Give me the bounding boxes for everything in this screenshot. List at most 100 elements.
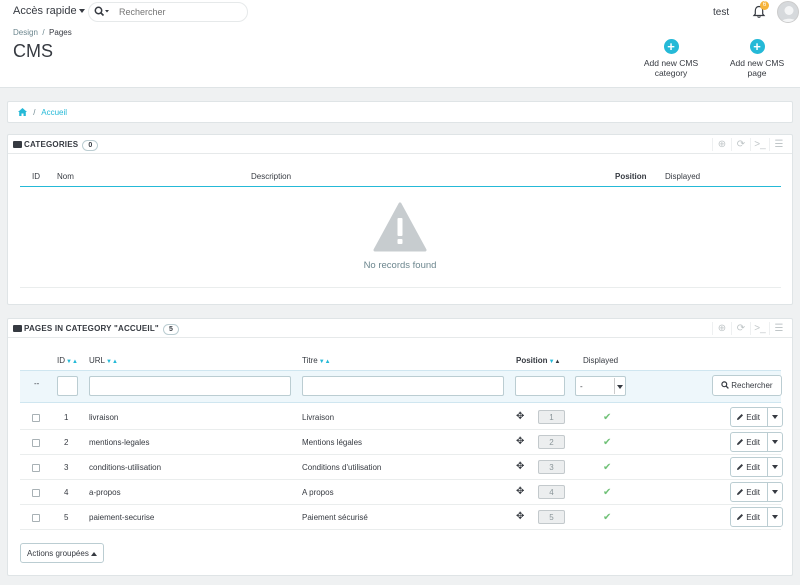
- database-icon[interactable]: ☰: [769, 138, 788, 151]
- filter-displayed-select[interactable]: -: [575, 376, 626, 396]
- col-titre[interactable]: Titre▼▲: [302, 356, 331, 365]
- sql-terminal-icon[interactable]: >_: [750, 322, 769, 335]
- folder-icon: [13, 325, 22, 332]
- move-icon[interactable]: ✥: [516, 486, 524, 497]
- add-cms-page-button[interactable]: + Add new CMS page: [720, 39, 794, 78]
- avatar[interactable]: [777, 1, 799, 23]
- row-checkbox[interactable]: [32, 514, 40, 522]
- edit-dropdown-toggle[interactable]: [767, 433, 782, 451]
- edit-button[interactable]: Edit: [736, 463, 760, 472]
- database-icon[interactable]: ☰: [769, 322, 788, 335]
- breadcrumb-accueil-link[interactable]: Accueil: [41, 108, 67, 117]
- pages-count: 5: [162, 324, 180, 335]
- position-badge[interactable]: 5: [538, 510, 565, 524]
- breadcrumb-separator: /: [42, 28, 45, 37]
- check-icon[interactable]: ✔: [603, 462, 611, 473]
- filter-id-input[interactable]: [57, 376, 78, 396]
- row-title: Livraison: [302, 413, 335, 422]
- category-breadcrumb: / Accueil: [7, 101, 793, 123]
- position-badge[interactable]: 1: [538, 410, 565, 424]
- filter-position-input[interactable]: [515, 376, 565, 396]
- user-name[interactable]: test: [713, 7, 729, 18]
- header-search: [88, 2, 248, 22]
- table-row[interactable]: 3 conditions-utilisation Conditions d'util…: [20, 455, 783, 480]
- row-url: a-propos: [89, 488, 121, 497]
- home-icon[interactable]: [18, 108, 29, 117]
- row-id: 4: [64, 488, 69, 497]
- refresh-icon[interactable]: ⟳: [731, 138, 750, 151]
- pages-toolbar: ⊕ ⟳ >_ ☰: [712, 322, 788, 335]
- sort-arrows-icon[interactable]: ▼▲: [66, 359, 78, 365]
- quick-access-menu[interactable]: Accès rapide: [13, 5, 85, 17]
- move-icon[interactable]: ✥: [516, 511, 524, 522]
- table-row[interactable]: 2 mentions-legales Mentions légales ✥ 2 ✔ Edi…: [20, 430, 783, 455]
- edit-dropdown-toggle[interactable]: [767, 508, 782, 526]
- add-cms-category-button[interactable]: + Add new CMS category: [628, 39, 714, 78]
- check-icon[interactable]: ✔: [603, 512, 611, 523]
- position-badge[interactable]: 3: [538, 460, 565, 474]
- row-checkbox[interactable]: [32, 439, 40, 447]
- row-id: 2: [64, 438, 69, 447]
- edit-button-group: Edit: [730, 407, 783, 427]
- edit-button-group: Edit: [730, 482, 783, 502]
- table-row[interactable]: 1 livraison Livraison ✥ 1 ✔ Edit: [20, 405, 783, 430]
- col-nom: Nom: [57, 172, 74, 181]
- col-position[interactable]: Position▼▲: [516, 356, 560, 365]
- edit-button-group: Edit: [730, 432, 783, 452]
- edit-button[interactable]: Edit: [736, 413, 760, 422]
- edit-button[interactable]: Edit: [736, 513, 760, 522]
- page-title: CMS: [13, 41, 53, 61]
- row-id: 5: [64, 513, 69, 522]
- check-icon[interactable]: ✔: [603, 412, 611, 423]
- edit-button[interactable]: Edit: [736, 488, 760, 497]
- filter-dash: --: [34, 379, 40, 388]
- edit-dropdown-toggle[interactable]: [767, 458, 782, 476]
- pages-panel: Pages in category "Accueil" 5 ⊕ ⟳ >_ ☰ ID…: [7, 318, 793, 576]
- sort-arrows-icon[interactable]: ▼▲: [549, 359, 561, 365]
- refresh-icon[interactable]: ⟳: [731, 322, 750, 335]
- edit-label: Edit: [746, 488, 761, 497]
- position-badge[interactable]: 4: [538, 485, 565, 499]
- search-input[interactable]: [119, 5, 239, 19]
- row-checkbox[interactable]: [32, 414, 40, 422]
- move-icon[interactable]: ✥: [516, 411, 524, 422]
- search-icon[interactable]: [94, 6, 110, 20]
- col-id: ID: [32, 172, 40, 181]
- move-icon[interactable]: ✥: [516, 436, 524, 447]
- add-circle-icon[interactable]: ⊕: [712, 322, 731, 335]
- move-icon[interactable]: ✥: [516, 461, 524, 472]
- filter-displayed-value: -: [580, 382, 583, 391]
- filter-titre-input[interactable]: [302, 376, 504, 396]
- categories-toolbar: ⊕ ⟳ >_ ☰: [712, 138, 788, 151]
- col-id[interactable]: ID▼▲: [57, 356, 78, 365]
- bulk-actions-button[interactable]: Actions groupées: [20, 543, 104, 563]
- breadcrumb-parent[interactable]: Design: [13, 28, 38, 37]
- chevron-down-icon: [78, 9, 85, 14]
- col-url[interactable]: URL▼▲: [89, 356, 118, 365]
- edit-dropdown-toggle[interactable]: [767, 408, 782, 426]
- filter-url-input[interactable]: [89, 376, 291, 396]
- search-button[interactable]: Rechercher: [712, 375, 782, 396]
- edit-dropdown-toggle[interactable]: [767, 483, 782, 501]
- plus-circle-icon: +: [663, 39, 679, 54]
- chevron-down-icon: [614, 378, 624, 394]
- check-icon[interactable]: ✔: [603, 437, 611, 448]
- table-row[interactable]: 5 paiement-securise Paiement sécurisé ✥ 5 ✔ E…: [20, 505, 783, 530]
- row-checkbox[interactable]: [32, 464, 40, 472]
- add-circle-icon[interactable]: ⊕: [712, 138, 731, 151]
- check-icon[interactable]: ✔: [603, 487, 611, 498]
- pencil-icon: [736, 413, 744, 422]
- sort-arrows-icon[interactable]: ▼▲: [319, 359, 331, 365]
- top-header: Accès rapide test 6 Design / Pages CMS +…: [0, 0, 800, 88]
- sort-arrows-icon[interactable]: ▼▲: [106, 359, 118, 365]
- search-button-label: Rechercher: [731, 381, 773, 390]
- filter-row: -- - Rechercher: [20, 370, 782, 403]
- row-checkbox[interactable]: [32, 489, 40, 497]
- edit-button[interactable]: Edit: [736, 438, 760, 447]
- categories-panel: Categories 0 ⊕ ⟳ >_ ☰ ID Nom Description …: [7, 134, 793, 305]
- table-row[interactable]: 4 a-propos A propos ✥ 4 ✔ Edit: [20, 480, 783, 505]
- row-title: A propos: [302, 488, 334, 497]
- sql-terminal-icon[interactable]: >_: [750, 138, 769, 151]
- pages-title: Pages in category "Accueil" 5: [13, 324, 180, 335]
- position-badge[interactable]: 2: [538, 435, 565, 449]
